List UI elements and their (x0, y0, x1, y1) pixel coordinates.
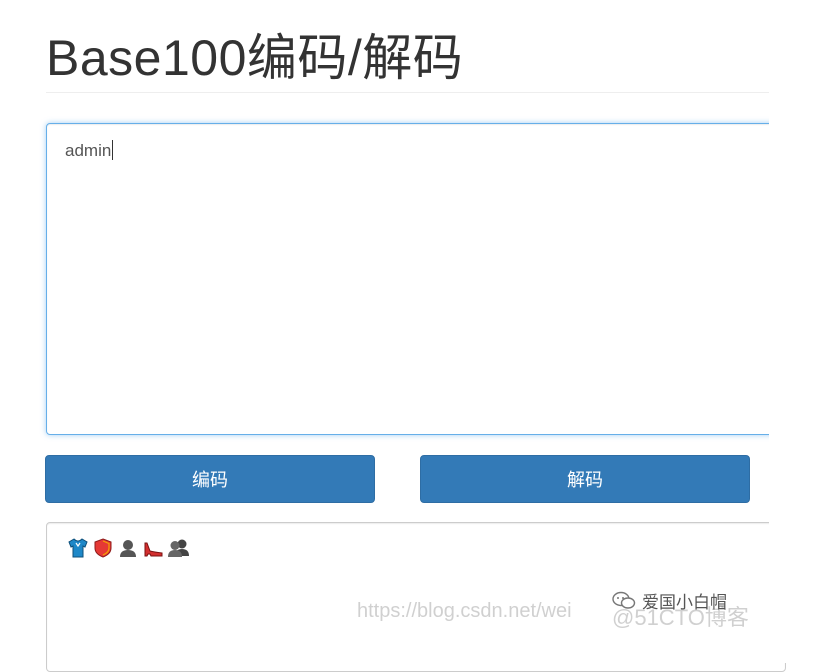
viewport-edge (769, 100, 839, 663)
watermark-brand-text: 爱国小白帽 (642, 593, 727, 612)
tshirt-icon (68, 538, 88, 558)
high-heel-icon (144, 542, 163, 557)
bust-silhouette-icon (120, 540, 136, 557)
title-divider (46, 92, 769, 93)
output-emoji-row (67, 537, 191, 559)
decode-button[interactable]: 解码 (420, 455, 750, 503)
watermark-url: https://blog.csdn.net/wei (357, 600, 572, 622)
busts-silhouette-icon (168, 539, 189, 557)
input-text: admin (65, 140, 114, 161)
page-title: Base100编码/解码 (46, 30, 464, 86)
shield-icon (94, 538, 112, 558)
wechat-icon (612, 591, 636, 609)
watermark-brand: 爱国小白帽 (612, 588, 727, 613)
input-textarea[interactable]: admin (46, 123, 786, 435)
text-caret (112, 140, 114, 160)
encode-button[interactable]: 编码 (45, 455, 375, 503)
input-value: admin (65, 141, 112, 160)
